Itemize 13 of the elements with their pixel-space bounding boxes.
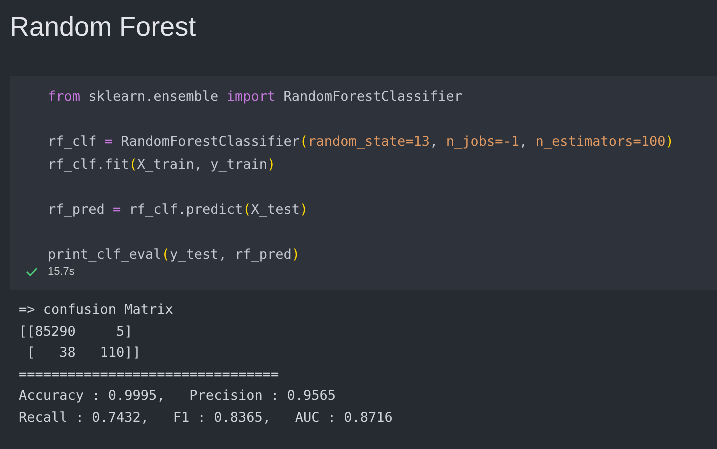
output-line: Accuracy : 0.9995, Precision : 0.9565 — [19, 388, 336, 404]
code-line: from sklearn.ensemble import RandomForestClassifier — [48, 89, 463, 105]
output-line: [ 38 110]] — [26, 345, 141, 361]
code-line: rf_clf = RandomForestClassifier(random_state=13, n_jobs=-1, n_estimators=100) — [48, 134, 674, 150]
execution-time: 15.7s — [48, 264, 75, 280]
output-line: ================================ — [19, 366, 280, 382]
output-line: => confusion Matrix — [19, 302, 174, 318]
code-line: rf_clf.fit(X_train, y_train) — [48, 156, 276, 172]
code-line: rf_pred = rf_clf.predict(X_test) — [48, 202, 308, 218]
code-line: print_clf_eval(y_test, rf_pred) — [48, 246, 300, 262]
output-line: Recall : 0.7432, F1 : 0.8365, AUC : 0.8716 — [19, 410, 393, 426]
section-heading: Random Forest — [10, 11, 196, 44]
output-line: [[85290 5] — [19, 324, 133, 340]
